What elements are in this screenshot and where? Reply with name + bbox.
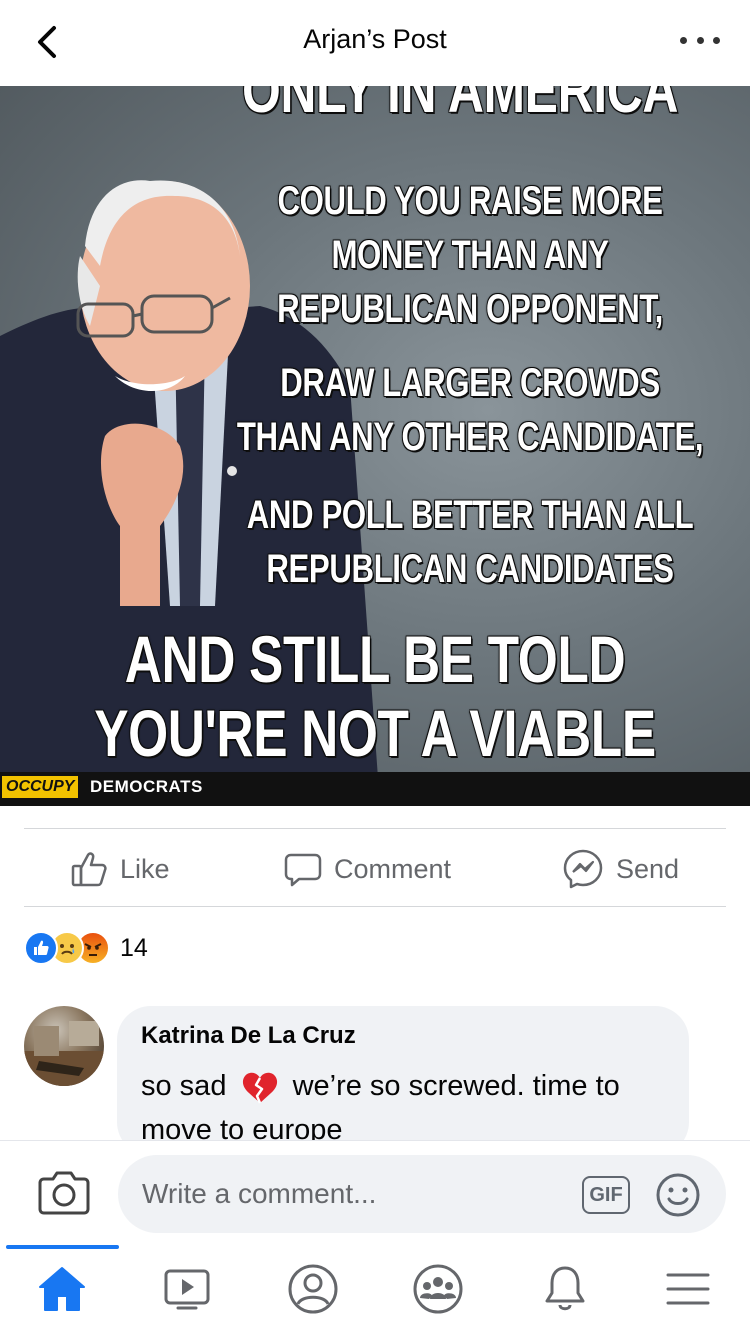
reaction-summary[interactable]: 14 — [24, 930, 148, 966]
messenger-icon — [563, 849, 603, 889]
comment-label: Comment — [334, 853, 452, 884]
nav-notifications[interactable] — [535, 1261, 595, 1317]
nav-menu[interactable] — [658, 1261, 718, 1317]
bell-icon — [545, 1266, 585, 1311]
profile-icon — [288, 1264, 338, 1314]
divider — [24, 828, 726, 829]
camera-button[interactable] — [38, 1169, 90, 1215]
poster-line-3: AND POLL BETTER THAN ALL REPUBLICAN CAND… — [246, 493, 694, 591]
top-bar: Arjan’s Post — [0, 0, 750, 86]
dot-icon — [696, 36, 704, 44]
divider — [24, 906, 726, 907]
thumbs-up-icon — [71, 852, 107, 887]
comment-author[interactable]: Katrina De La Cruz — [141, 1022, 665, 1050]
smiley-icon — [656, 1173, 700, 1217]
nav-profile[interactable] — [283, 1261, 343, 1317]
comment-bubble[interactable]: Katrina De La Cruz so sad we’re so screw… — [117, 1006, 689, 1156]
more-options-button[interactable] — [680, 30, 720, 50]
poster-line-1: COULD YOU RAISE MORE MONEY THAN ANY REPU… — [277, 179, 663, 331]
nav-groups[interactable] — [408, 1261, 468, 1317]
dot-icon — [713, 36, 720, 44]
comment-composer: GIF — [0, 1140, 750, 1245]
poster-headline: ONLY IN AMERICA — [241, 86, 679, 126]
brand-democrats-logo: DEMOCRATS — [90, 777, 203, 796]
comment-button[interactable]: Comment — [284, 846, 451, 892]
reaction-count: 14 — [120, 933, 148, 962]
comment-text: so sad we’re so screwed. time to move to… — [141, 1064, 665, 1152]
nav-video[interactable] — [157, 1261, 217, 1317]
bottom-nav — [0, 1245, 750, 1334]
comment-input[interactable] — [118, 1155, 726, 1233]
like-label: Like — [120, 853, 170, 884]
post-image[interactable]: ONLY IN AMERICA COULD YOU RAISE MORE MON… — [0, 86, 750, 806]
groups-icon — [413, 1264, 463, 1314]
avatar[interactable] — [24, 1006, 104, 1086]
brand-occupy-logo: OCCUPY — [2, 776, 79, 798]
comment-text-start: so sad — [141, 1070, 227, 1102]
page-title: Arjan’s Post — [303, 24, 447, 54]
home-icon — [39, 1267, 85, 1311]
dot-icon — [680, 36, 687, 44]
send-button[interactable]: Send — [562, 846, 679, 892]
poster-line-2: DRAW LARGER CROWDS THAN ANY OTHER CANDID… — [236, 361, 704, 459]
menu-icon — [666, 1273, 710, 1305]
gif-button[interactable]: GIF — [582, 1176, 630, 1214]
active-tab-indicator — [6, 1245, 119, 1249]
comment-icon — [284, 853, 322, 887]
like-icon — [24, 931, 58, 965]
avatar-photo — [24, 1021, 104, 1086]
video-icon — [164, 1269, 210, 1310]
like-button[interactable]: Like — [70, 846, 170, 892]
emoji-button[interactable] — [655, 1172, 701, 1218]
send-label: Send — [616, 853, 680, 884]
nav-home[interactable] — [32, 1261, 92, 1317]
camera-icon — [38, 1171, 90, 1215]
broken-heart-icon — [242, 1073, 277, 1104]
